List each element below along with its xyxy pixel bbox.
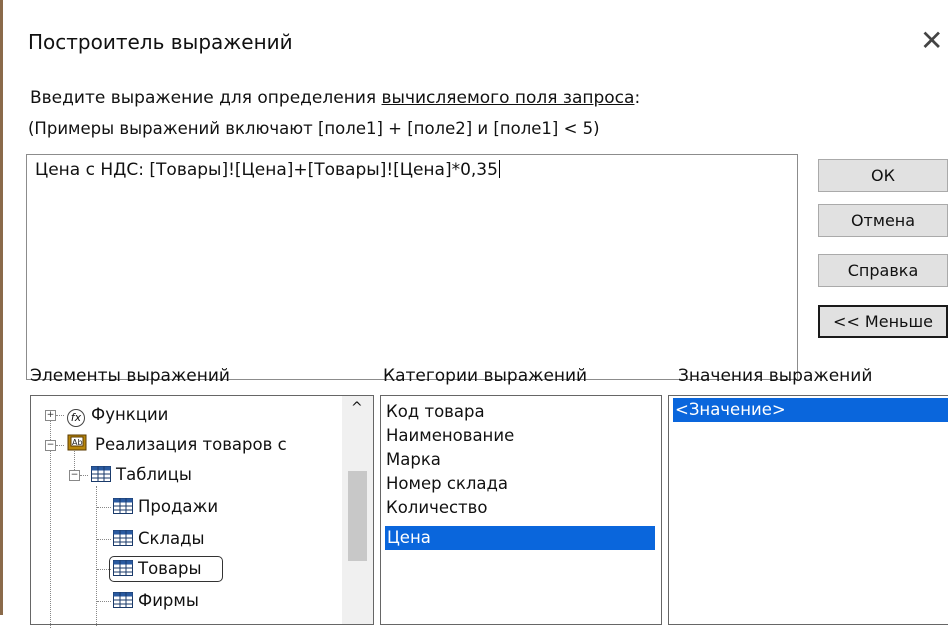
- instruction-text: Введите выражение для определения вычисл…: [30, 88, 640, 108]
- tree-label: Товары: [138, 559, 202, 578]
- tree-label: Таблицы: [116, 465, 192, 484]
- svg-text:Ab: Ab: [72, 438, 83, 447]
- help-button[interactable]: Справка: [818, 254, 948, 287]
- collapse-minus-icon[interactable]: −: [69, 470, 80, 481]
- scroll-thumb[interactable]: [348, 471, 367, 561]
- tree-label: Фирмы: [138, 591, 199, 610]
- table-icon: [113, 530, 133, 546]
- vertical-scrollbar[interactable]: ^: [342, 396, 373, 624]
- tree-label: Продажи: [138, 497, 219, 516]
- text-caret: [498, 160, 500, 178]
- collapse-minus-icon[interactable]: −: [45, 440, 56, 451]
- elements-tree[interactable]: + fx Функции − Ab Реализация товаров с − …: [30, 395, 374, 628]
- table-icon: [113, 592, 133, 608]
- values-label: Значения выражений: [678, 366, 873, 386]
- list-item[interactable]: Количество: [386, 496, 487, 520]
- function-icon: fx: [67, 409, 85, 427]
- list-item[interactable]: Марка: [386, 448, 441, 472]
- list-item-selected[interactable]: Цена: [385, 526, 655, 550]
- tree-label: Склады: [138, 529, 205, 548]
- example-text: (Примеры выражений включают [поле1] + [п…: [28, 119, 600, 138]
- list-item[interactable]: Номер склада: [386, 472, 508, 496]
- database-icon: Ab: [67, 434, 87, 451]
- tree-label: Функции: [91, 405, 169, 424]
- instruction-pre: Введите выражение для определения: [30, 88, 382, 108]
- table-icon: [113, 560, 133, 576]
- values-list[interactable]: <Значение>: [668, 395, 948, 625]
- close-icon[interactable]: ✕: [920, 24, 943, 57]
- tree-label: Реализация товаров с: [95, 435, 287, 454]
- dialog-title: Построитель выражений: [28, 30, 293, 54]
- instruction-post: :: [634, 88, 641, 108]
- expand-plus-icon[interactable]: +: [45, 410, 56, 421]
- ok-button[interactable]: ОК: [818, 159, 948, 192]
- expression-input[interactable]: Цена с НДС: [Товары]![Цена]+[Товары]![Це…: [26, 154, 798, 380]
- list-item-selected[interactable]: <Значение>: [673, 398, 948, 422]
- table-icon: [113, 498, 133, 514]
- scroll-up-arrow-icon[interactable]: ^: [351, 400, 363, 416]
- elements-label: Элементы выражений: [30, 366, 230, 386]
- less-button[interactable]: << Меньше: [818, 305, 948, 338]
- table-icon: [91, 466, 111, 482]
- list-item[interactable]: Наименование: [386, 424, 514, 448]
- categories-label: Категории выражений: [383, 366, 588, 386]
- categories-list[interactable]: Код товара Наименование Марка Номер скла…: [380, 395, 662, 625]
- cancel-button[interactable]: Отмена: [818, 204, 948, 237]
- window-left-border: [0, 0, 3, 615]
- instruction-link: вычисляемого поля запроса: [381, 88, 635, 108]
- expression-value: Цена с НДС: [Товары]![Цена]+[Товары]![Це…: [35, 160, 498, 180]
- list-item[interactable]: Код товара: [386, 400, 485, 424]
